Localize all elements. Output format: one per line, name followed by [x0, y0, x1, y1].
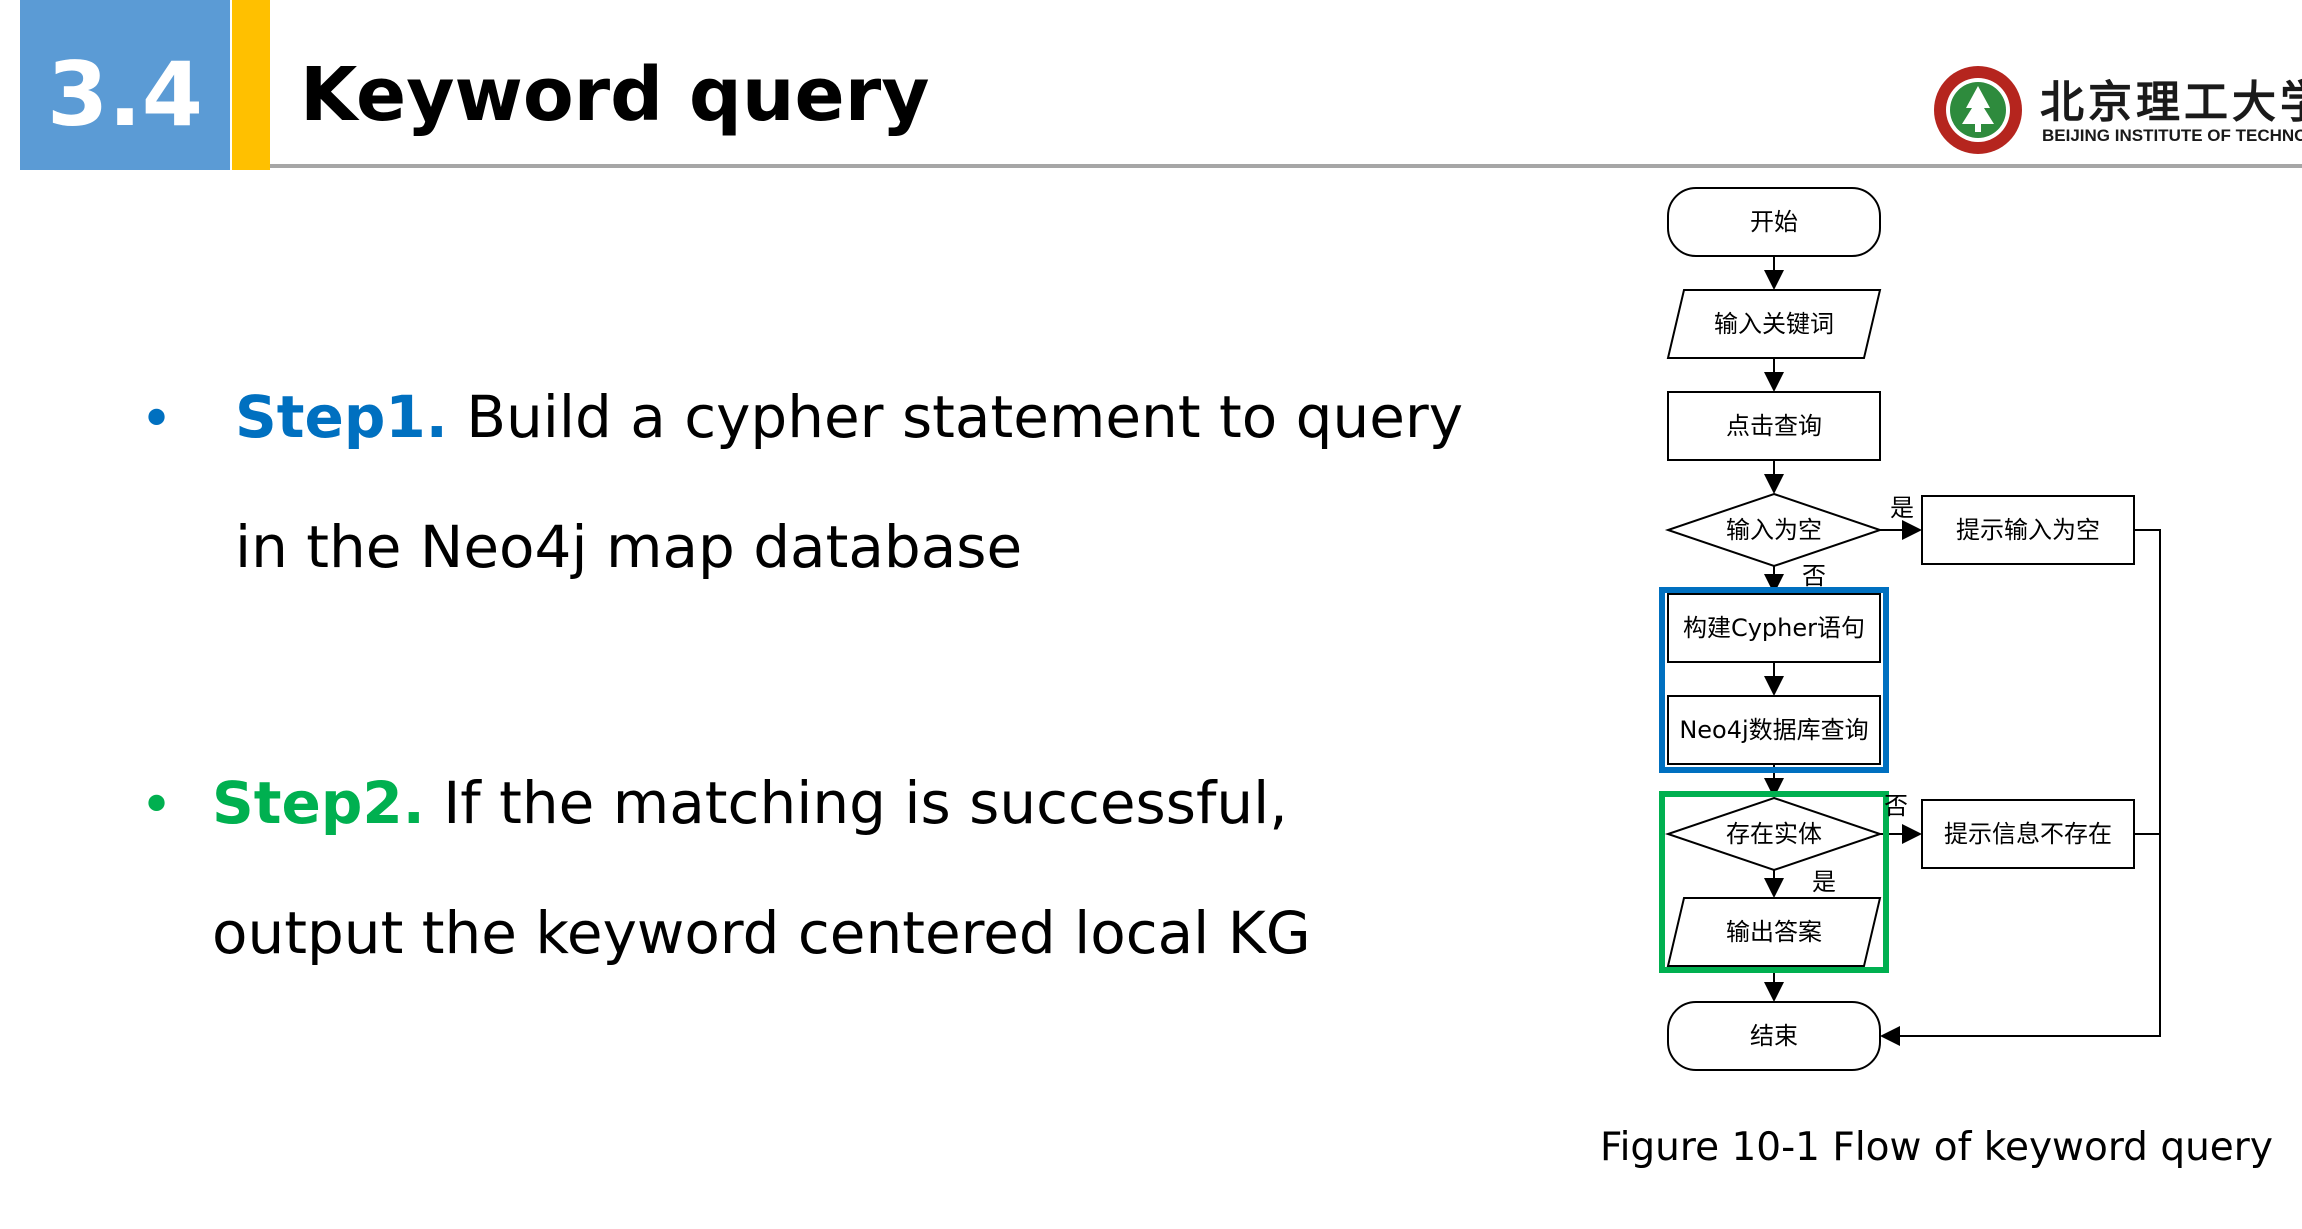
flow-yes-label-2: 是: [1812, 868, 1836, 896]
university-seal-icon: [1934, 66, 2022, 154]
figure-caption: Figure 10-1 Flow of keyword query: [1600, 1125, 2273, 1170]
step2-line2: output the keyword centered local KG: [212, 899, 1311, 967]
flow-end-label: 结束: [1750, 1022, 1798, 1050]
flow-input-keyword-label: 输入关键词: [1714, 310, 1834, 338]
step2-text: Step2. If the matching is successful, ou…: [212, 738, 1311, 998]
step1-line1: Step1. Build a cypher statement to query: [235, 352, 1463, 482]
step1-label: Step1.: [235, 383, 448, 451]
step2-line1-text: If the matching is successful,: [443, 769, 1288, 837]
step2-label: Step2.: [212, 769, 425, 837]
university-logo: 北京理工大学 BEIJING INSTITUTE OF TECHNOLOGY: [1932, 64, 2302, 154]
flow-yes-label-1: 是: [1890, 494, 1914, 522]
section-number: 3.4: [20, 0, 230, 170]
flow-prompt-empty-label: 提示输入为空: [1956, 516, 2100, 544]
flow-return-line: [1880, 529, 2161, 1046]
flow-no-label-2: 否: [1884, 792, 1908, 820]
page-title: Keyword query: [300, 52, 930, 138]
keyword-query-flowchart: 开始 输入关键词 点击查询 输入为空 是 否 提示输入为空 构建Cypher语句…: [1659, 187, 2161, 1071]
flow-no-label-1: 否: [1802, 562, 1826, 590]
accent-bar: [232, 0, 270, 170]
step1-line2: in the Neo4j map database: [235, 513, 1023, 581]
flow-click-query-label: 点击查询: [1726, 412, 1822, 440]
flow-input-empty-label: 输入为空: [1726, 516, 1822, 544]
flow-output-answer-label: 输出答案: [1726, 918, 1822, 946]
flow-neo4j-query-label: Neo4j数据库查询: [1679, 716, 1868, 744]
step2-line1: Step2. If the matching is successful,: [212, 738, 1311, 868]
flow-start-label: 开始: [1750, 208, 1798, 236]
logo-english-name: BEIJING INSTITUTE OF TECHNOLOGY: [2042, 126, 2302, 145]
logo-chinese-name: 北京理工大学: [2040, 77, 2302, 128]
bullet-step1: •: [140, 387, 174, 452]
bullet-step2: •: [140, 773, 174, 838]
step1-text: Step1. Build a cypher statement to query…: [235, 352, 1463, 612]
flow-prompt-not-exist-label: 提示信息不存在: [1944, 820, 2112, 848]
flow-entity-exists-label: 存在实体: [1726, 820, 1822, 848]
flow-build-cypher-label: 构建Cypher语句: [1683, 614, 1865, 642]
step1-line1-text: Build a cypher statement to query: [466, 383, 1464, 451]
header-divider: [270, 164, 2302, 168]
